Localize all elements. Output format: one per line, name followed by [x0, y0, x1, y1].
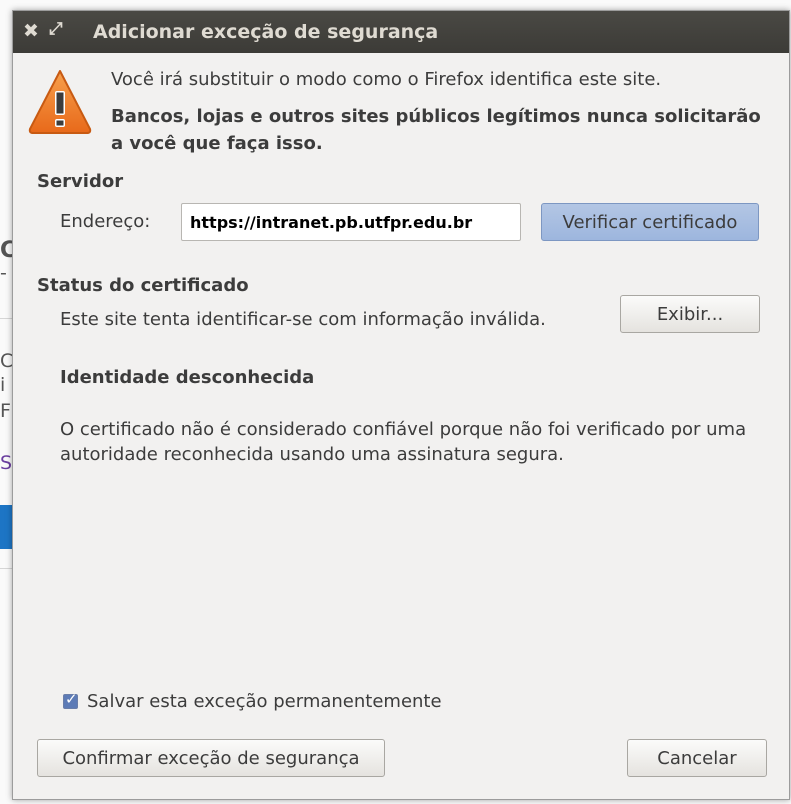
warning-triangle-icon: [28, 70, 92, 134]
background-text-fragment: i: [0, 374, 6, 396]
identity-heading: Identidade desconhecida: [60, 367, 315, 388]
certificate-status-text: Este site tenta identificar-se com infor…: [60, 309, 546, 330]
server-heading: Servidor: [37, 171, 124, 192]
warning-message-bold: Bancos, lojas e outros sites públicos le…: [111, 106, 761, 154]
confirm-exception-button[interactable]: Confirmar exceção de segurança: [37, 739, 385, 777]
verify-certificate-button[interactable]: Verificar certificado: [541, 203, 759, 241]
address-label: Endereço:: [60, 211, 151, 232]
cancel-button[interactable]: Cancelar: [627, 739, 767, 777]
checkmark-icon: ✓: [65, 690, 78, 708]
address-input[interactable]: [181, 203, 521, 241]
security-exception-dialog: ✖ ⤢ Adicionar exceção de segurança Você …: [12, 10, 790, 800]
warning-message: Você irá substituir o modo como o Firefo…: [111, 69, 662, 90]
save-permanently-checkbox[interactable]: ✓: [63, 690, 78, 709]
dialog-titlebar: ✖ ⤢ Adicionar exceção de segurança: [13, 11, 789, 53]
save-permanently-label[interactable]: Salvar esta exceção permanentemente: [87, 691, 442, 712]
background-text-fragment: -: [0, 262, 7, 284]
dialog-title: Adicionar exceção de segurança: [93, 21, 439, 43]
background-link-fragment: S: [0, 452, 13, 474]
certificate-description: O certificado não é considerado confiáve…: [60, 419, 747, 465]
view-certificate-button[interactable]: Exibir...: [620, 295, 760, 333]
maximize-icon[interactable]: ⤢: [49, 19, 63, 39]
certificate-status-heading: Status do certificado: [37, 275, 249, 296]
close-icon[interactable]: ✖: [23, 20, 39, 42]
background-text-fragment: F: [0, 400, 11, 422]
